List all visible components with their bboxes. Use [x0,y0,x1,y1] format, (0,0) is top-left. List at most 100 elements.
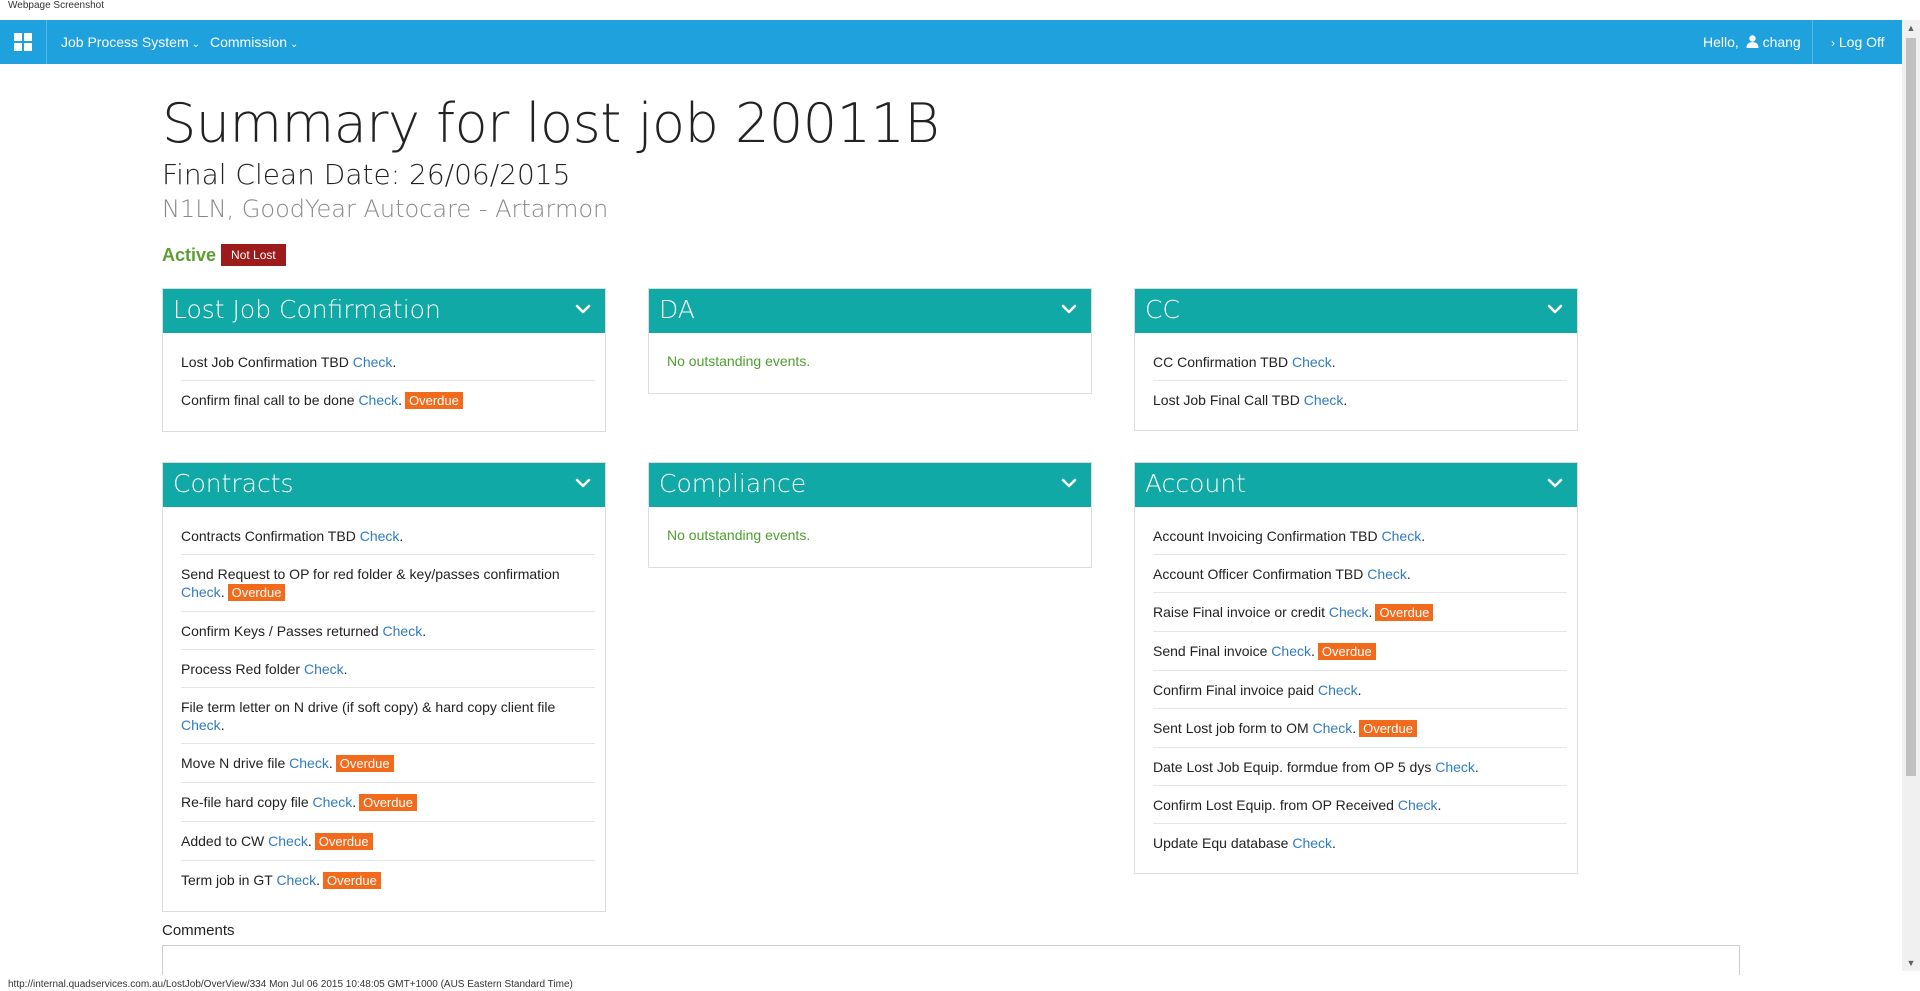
no-events-text: No outstanding events. [667,353,811,369]
panel-body: CC Confirmation TBD Check. Lost Job Final… [1135,333,1577,430]
check-link[interactable]: Check [353,354,393,370]
panel-contracts: Contracts Contracts Confirmation TBD Chec… [162,462,606,912]
chevron-down-icon[interactable] [575,301,591,317]
vertical-scrollbar[interactable]: ▲ ▼ [1902,20,1920,971]
task-item: Send Request to OP for red folder & key/… [181,555,595,612]
task-text: Raise Final invoice or credit [1153,604,1325,620]
panel-account: Account Account Invoicing Confirmation TB… [1134,462,1578,874]
task-item: Lost Job Final Call TBD Check. [1153,392,1348,408]
check-link[interactable]: Check [276,872,316,888]
site-name: N1LN, GoodYear Autocare - Artarmon [162,195,609,223]
task-item: Confirm Lost Equip. from OP Received Che… [1153,786,1567,824]
overdue-badge: Overdue [1375,604,1434,621]
chevron-down-icon[interactable] [575,475,591,491]
user-greeting[interactable]: Hello, chang [1703,20,1801,64]
check-link[interactable]: Check [1292,354,1332,370]
page-title: Summary for lost job 20011B [162,92,940,155]
logoff-link[interactable]: › Log Off [1812,20,1902,64]
overdue-badge: Overdue [1317,643,1376,660]
scrollbar-thumb[interactable] [1906,38,1916,776]
panel-header-cc[interactable]: CC [1135,289,1577,333]
task-text: Sent Lost job form to OM [1153,720,1309,736]
chevron-right-icon: › [1831,36,1835,50]
task-item: Account Invoicing Confirmation TBD Check… [1153,517,1567,555]
chevron-down-icon[interactable] [1547,475,1563,491]
panel-compliance: Compliance No outstanding events. [648,462,1092,568]
task-item: Process Red folder Check. [181,650,595,688]
check-link[interactable]: Check [289,755,329,771]
menu-commission-label: Commission [210,34,288,50]
overdue-badge: Overdue [335,755,394,772]
apps-grid-icon [14,33,32,51]
chevron-down-icon[interactable] [1061,475,1077,491]
scroll-up-icon[interactable]: ▲ [1902,20,1920,36]
check-link[interactable]: Check [1313,720,1353,736]
task-item: Contracts Confirmation TBD Check. [181,517,595,555]
apps-grid-button[interactable] [0,20,47,64]
chevron-down-icon: ⌄ [290,39,299,50]
task-item: Move N drive file Check. Overdue [181,744,595,783]
check-link[interactable]: Check [1329,604,1369,620]
panel-header-da[interactable]: DA [649,289,1091,333]
panel-body: Contracts Confirmation TBD Check. Send Re… [163,507,605,911]
check-link[interactable]: Check [268,833,308,849]
panel-da: DA No outstanding events. [648,288,1092,394]
task-item: Raise Final invoice or credit Check. Over… [1153,593,1567,632]
chevron-down-icon: ⌄ [191,39,200,50]
task-text: Confirm Lost Equip. from OP Received [1153,797,1394,813]
menu-commission[interactable]: Commission ⌄ [210,20,298,64]
panel-title: Lost Job Confirmation [173,295,441,324]
task-text: Move N drive file [181,755,286,771]
task-item: File term letter on N drive (if soft cop… [181,688,595,744]
task-item: Send Final invoice Check. Overdue [1153,632,1567,671]
comments-textarea[interactable] [162,945,1740,975]
check-link[interactable]: Check [1398,797,1438,813]
task-text: Send Request to OP for red folder & key/… [181,566,560,582]
scroll-down-icon[interactable]: ▼ [1902,955,1920,971]
panel-title: DA [659,295,695,324]
check-link[interactable]: Check [1367,566,1407,582]
check-link[interactable]: Check [1318,682,1358,698]
check-link[interactable]: Check [1304,392,1344,408]
check-link[interactable]: Check [1435,759,1475,775]
task-text: Update Equ database [1153,835,1289,851]
task-text: Added to CW [181,833,265,849]
task-text: Account Invoicing Confirmation TBD [1153,528,1378,544]
check-link[interactable]: Check [358,392,398,408]
check-link[interactable]: Check [1382,528,1422,544]
task-item: Re-file hard copy file Check. Overdue [181,783,595,822]
task-item: Added to CW Check. Overdue [181,822,595,861]
chevron-down-icon[interactable] [1061,301,1077,317]
task-item: Term job in GT Check. Overdue [181,861,595,899]
task-text: Re-file hard copy file [181,794,309,810]
check-link[interactable]: Check [304,661,344,677]
check-link[interactable]: Check [360,528,400,544]
user-icon [1746,35,1759,48]
task-text: File term letter on N drive (if soft cop… [181,699,556,715]
username: chang [1762,34,1801,50]
check-link[interactable]: Check [1271,643,1311,659]
panel-title: Account [1145,469,1246,498]
task-item: Lost Job Confirmation TBD Check. [181,343,595,381]
panel-header-compliance[interactable]: Compliance [649,463,1091,507]
panel-header-contracts[interactable]: Contracts [163,463,605,507]
panel-title: Compliance [659,469,807,498]
overdue-badge: Overdue [323,872,381,889]
check-link[interactable]: Check [313,794,353,810]
task-item: Account Officer Confirmation TBD Check. [1153,555,1567,593]
menu-job-process-system[interactable]: Job Process System ⌄ [61,20,200,64]
panel-header-account[interactable]: Account [1135,463,1577,507]
panel-cc: CC CC Confirmation TBD Check. Lost Job Fin… [1134,288,1578,431]
check-link[interactable]: Check [181,584,221,600]
chevron-down-icon[interactable] [1547,301,1563,317]
task-text: Lost Job Final Call TBD [1153,392,1300,408]
check-link[interactable]: Check [181,717,221,733]
check-link[interactable]: Check [1292,835,1332,851]
menu-job-process-system-label: Job Process System [61,34,189,50]
screenshot-caption: Webpage Screenshot [8,0,104,11]
panel-title: CC [1145,295,1180,324]
check-link[interactable]: Check [383,623,423,639]
task-text: Date Lost Job Equip. formdue from OP 5 d… [1153,759,1432,775]
panel-header-lost-job-confirmation[interactable]: Lost Job Confirmation [163,289,605,333]
browser-status-bar: http://internal.quadservices.com.au/Lost… [0,978,1920,991]
